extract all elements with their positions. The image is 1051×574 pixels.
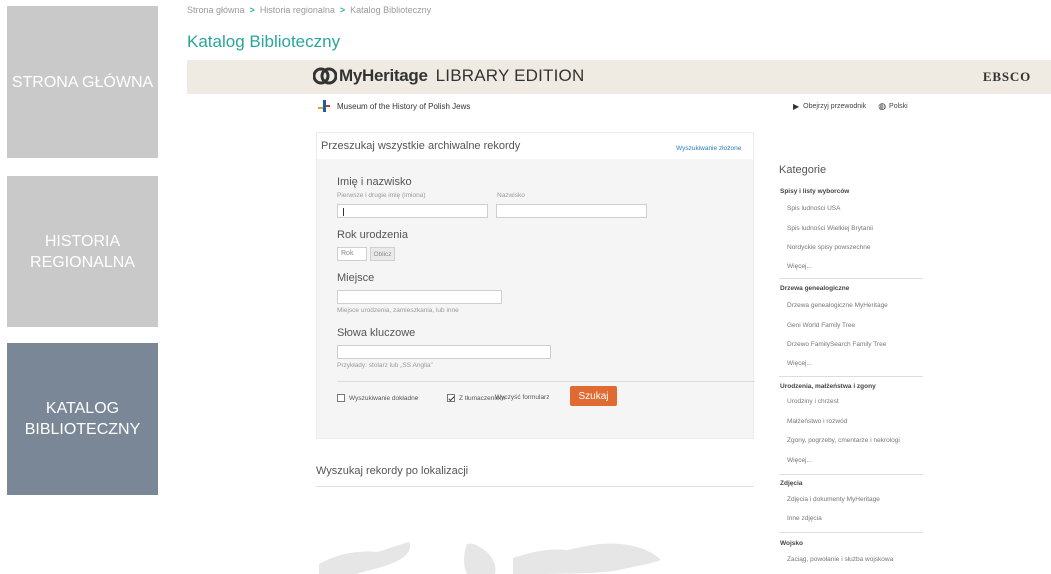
place-hint: Miejsce urodzenia, zamieszkania, lub inn… xyxy=(337,307,459,314)
category-heading[interactable]: Drzewa genealogiczne xyxy=(780,285,849,292)
guide-link[interactable]: Obejrzyj przewodnik xyxy=(803,103,866,110)
nav-tile-regional-history-label: HISTORIA REGIONALNA xyxy=(30,232,135,271)
category-item[interactable]: Nordyckie spisy powszechne xyxy=(787,244,870,251)
location-search-title: Wyszukaj rekordy po lokalizacji xyxy=(316,465,469,477)
exact-search-label: Wyszukiwanie dokładne xyxy=(349,394,419,402)
category-item[interactable]: Małżeństwo i rozwód xyxy=(787,418,847,425)
category-more-link[interactable]: Więcej... xyxy=(787,360,812,367)
museum-logo-icon xyxy=(317,99,331,113)
advanced-search-link[interactable]: Wyszukiwanie złożone xyxy=(676,145,741,152)
edition-label: LIBRARY EDITION xyxy=(435,66,585,85)
institution-name: Museum of the History of Polish Jews xyxy=(337,101,471,111)
nav-tile-library-catalog[interactable]: KATALOG BIBLIOTECZNY xyxy=(7,343,158,495)
category-heading[interactable]: Urodzenia, małżeństwa i zgony xyxy=(780,383,876,390)
category-more-link[interactable]: Więcej... xyxy=(787,263,812,270)
category-divider xyxy=(779,278,923,279)
location-divider xyxy=(316,486,754,487)
keywords-section-label: Słowa kluczowe xyxy=(337,327,416,339)
category-item[interactable]: Spis ludności USA xyxy=(787,205,840,212)
category-item[interactable]: Geni World Family Tree xyxy=(787,322,855,329)
myheritage-logo[interactable]: MyHeritage LIBRARY EDITION xyxy=(312,66,585,86)
category-divider xyxy=(779,474,923,475)
category-item[interactable]: Drzewo FamilySearch Family Tree xyxy=(787,341,886,348)
nav-tile-library-catalog-label: KATALOG BIBLIOTECZNY xyxy=(24,400,141,438)
nav-tile-regional-history[interactable]: HISTORIA REGIONALNA xyxy=(7,176,158,327)
frame-header: MyHeritage LIBRARY EDITION EBSCO xyxy=(187,60,1051,94)
first-name-label: Pierwsze i drugie imię (imiona) xyxy=(337,192,426,199)
form-divider xyxy=(337,381,755,382)
last-name-input[interactable] xyxy=(496,204,647,218)
category-divider xyxy=(779,532,923,533)
category-item[interactable]: Zgony, pogrzeby, cmentarze i nekrologi xyxy=(787,437,900,444)
keywords-input[interactable] xyxy=(337,345,551,359)
globe-icon: ◍ xyxy=(878,101,887,111)
breadcrumb-separator: > xyxy=(249,5,255,15)
birth-year-input[interactable]: Rok xyxy=(337,247,367,261)
exact-search-box xyxy=(337,394,345,402)
breadcrumb-home-link[interactable]: Strona główna xyxy=(187,5,245,15)
breadcrumb-current: Katalog Biblioteczny xyxy=(350,5,432,15)
myheritage-frame: MyHeritage LIBRARY EDITION EBSCO Museum … xyxy=(187,60,1051,574)
search-button[interactable]: Szukaj xyxy=(570,386,617,406)
first-name-input[interactable] xyxy=(337,204,488,218)
search-header: Przeszukaj wszystkie archiwalne rekordy … xyxy=(317,133,753,159)
text-cursor xyxy=(343,208,344,216)
category-heading[interactable]: Zdjęcia xyxy=(780,480,802,487)
world-map[interactable] xyxy=(317,530,747,574)
myheritage-logo-icon xyxy=(312,66,338,86)
calculate-button-label: Oblicz xyxy=(373,250,392,258)
translation-box xyxy=(447,394,455,402)
institution-banner: Museum of the History of Polish Jews xyxy=(317,99,470,113)
calculate-button[interactable]: Oblicz xyxy=(370,247,395,261)
place-section-label: Miejsce xyxy=(337,272,375,284)
brand-name: MyHeritage xyxy=(339,66,428,85)
category-item[interactable]: Spis ludności Wielkiej Brytanii xyxy=(787,225,873,232)
birth-year-section-label: Rok urodzenia xyxy=(337,229,408,241)
partner-logo: EBSCO xyxy=(982,69,1031,84)
breadcrumb-separator: > xyxy=(339,5,346,15)
search-button-label: Szukaj xyxy=(578,390,609,402)
nav-tile-home[interactable]: STRONA GŁÓWNA xyxy=(7,6,158,158)
birth-year-placeholder: Rok xyxy=(341,250,354,257)
search-form: Przeszukaj wszystkie archiwalne rekordy … xyxy=(316,132,755,439)
language-selector[interactable]: Polski xyxy=(889,103,908,110)
top-links: ▶ Obejrzyj przewodnik ◍ Polski xyxy=(793,101,908,112)
breadcrumb: Strona główna > Historia regionalna > Katalo… xyxy=(187,5,431,15)
keywords-hint: Przykłady: stolarz lub „SS Anglia” xyxy=(337,362,433,369)
clear-form-link[interactable]: Wyczyść formularz xyxy=(495,394,549,401)
play-icon: ▶ xyxy=(793,102,800,111)
category-item[interactable]: Drzewa genealogiczne MyHeritage xyxy=(787,302,888,309)
breadcrumb-regional-link[interactable]: Historia regionalna xyxy=(260,5,335,15)
category-item[interactable]: Inne zdjęcia xyxy=(787,515,822,522)
exact-search-checkbox[interactable]: Wyszukiwanie dokładne xyxy=(337,394,418,402)
category-heading[interactable]: Spisy i listy wyborców xyxy=(780,188,849,195)
category-item[interactable]: Zdjęcia i dokumenty MyHeritage xyxy=(787,496,880,503)
search-title: Przeszukaj wszystkie archiwalne rekordy xyxy=(321,140,521,152)
page-title: Katalog Biblioteczny xyxy=(187,32,341,51)
category-item[interactable]: Urodziny i chrzest xyxy=(787,398,839,405)
category-heading[interactable]: Wojsko xyxy=(780,540,803,547)
nav-tile-home-label: STRONA GŁÓWNA xyxy=(11,73,154,91)
category-more-link[interactable]: Więcej... xyxy=(787,457,812,464)
name-section-label: Imię i nazwisko xyxy=(337,176,412,188)
place-input[interactable] xyxy=(337,290,502,304)
last-name-label: Nazwisko xyxy=(497,192,525,199)
category-item[interactable]: Zaciąg, powołanie i służba wojskowa xyxy=(787,556,893,563)
categories-title: Kategorie xyxy=(779,164,827,176)
category-divider xyxy=(779,376,923,377)
